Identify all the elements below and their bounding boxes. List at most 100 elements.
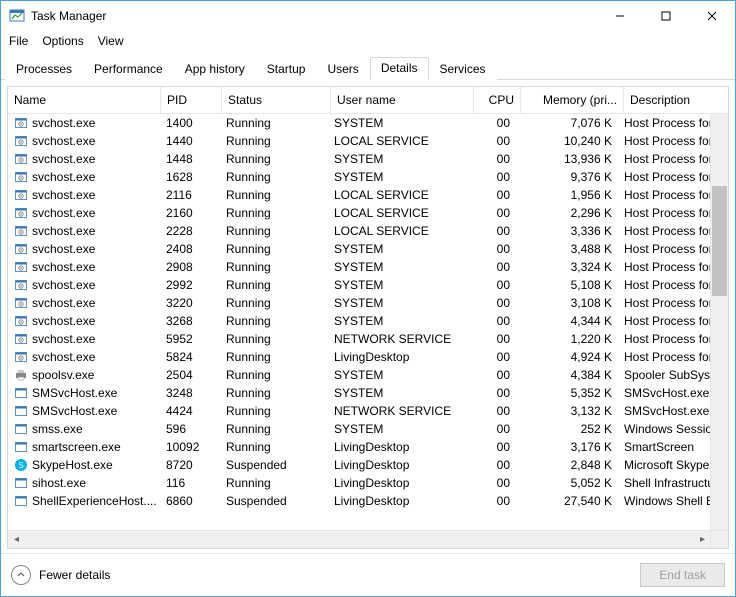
cell-memory: 10,240 K (516, 134, 618, 148)
vertical-scrollbar[interactable] (710, 114, 728, 531)
cell-pid: 116 (160, 476, 220, 490)
col-header-pid[interactable]: PID (161, 87, 222, 113)
tab-processes[interactable]: Processes (5, 58, 83, 80)
menu-view[interactable]: View (98, 34, 124, 48)
cell-pid: 2908 (160, 260, 220, 274)
tabbar: Processes Performance App history Startu… (1, 55, 735, 80)
cell-name: svchost.exe (32, 242, 95, 256)
cell-cpu: 00 (470, 350, 516, 364)
tab-performance[interactable]: Performance (83, 58, 174, 80)
end-task-button[interactable]: End task (640, 563, 725, 587)
cell-memory: 3,176 K (516, 440, 618, 454)
process-icon (14, 134, 28, 148)
cell-pid: 2160 (160, 206, 220, 220)
cell-cpu: 00 (470, 422, 516, 436)
cell-memory: 5,352 K (516, 386, 618, 400)
table-row[interactable]: svchost.exe3220RunningSYSTEM003,108 KHos… (8, 294, 728, 312)
col-header-user[interactable]: User name (331, 87, 474, 113)
vertical-scroll-thumb[interactable] (712, 186, 727, 296)
table-row[interactable]: svchost.exe3268RunningSYSTEM004,344 KHos… (8, 312, 728, 330)
cell-memory: 2,848 K (516, 458, 618, 472)
cell-cpu: 00 (470, 332, 516, 346)
cell-user: SYSTEM (328, 116, 470, 130)
tab-details[interactable]: Details (370, 57, 429, 80)
cell-description: Host Process for Windows Serv (618, 332, 711, 346)
process-grid: Name PID Status User name CPU Memory (pr… (7, 86, 729, 549)
col-header-cpu[interactable]: CPU (474, 87, 521, 113)
cell-cpu: 00 (470, 134, 516, 148)
menu-file[interactable]: File (9, 34, 28, 48)
cell-user: SYSTEM (328, 242, 470, 256)
table-row[interactable]: SMSvcHost.exe3248RunningSYSTEM005,352 KS… (8, 384, 728, 402)
tab-users[interactable]: Users (316, 58, 369, 80)
col-header-status[interactable]: Status (222, 87, 331, 113)
cell-cpu: 00 (470, 476, 516, 490)
cell-status: Running (220, 440, 328, 454)
maximize-button[interactable] (643, 1, 689, 31)
table-row[interactable]: svchost.exe5952RunningNETWORK SERVICE001… (8, 330, 728, 348)
col-header-memory[interactable]: Memory (pri... (521, 87, 624, 113)
cell-name: svchost.exe (32, 206, 95, 220)
fewer-details-button[interactable]: Fewer details (11, 565, 110, 585)
cell-pid: 2504 (160, 368, 220, 382)
horizontal-scrollbar[interactable]: ◂ ▸ (8, 530, 711, 548)
tab-services[interactable]: Services (429, 58, 497, 80)
table-row[interactable]: svchost.exe2160RunningLOCAL SERVICE002,2… (8, 204, 728, 222)
table-row[interactable]: svchost.exe1400RunningSYSTEM007,076 KHos… (8, 114, 728, 132)
table-row[interactable]: spoolsv.exe2504RunningSYSTEM004,384 KSpo… (8, 366, 728, 384)
titlebar[interactable]: Task Manager (1, 1, 735, 31)
col-header-name[interactable]: Name (8, 87, 161, 113)
table-row[interactable]: sihost.exe116RunningLivingDesktop005,052… (8, 474, 728, 492)
table-row[interactable]: svchost.exe2992RunningSYSTEM005,108 KHos… (8, 276, 728, 294)
cell-description: Microsoft Skype Preview (618, 458, 711, 472)
table-row[interactable]: svchost.exe2908RunningSYSTEM003,324 KHos… (8, 258, 728, 276)
close-button[interactable] (689, 1, 735, 31)
process-icon (14, 332, 28, 346)
cell-cpu: 00 (470, 440, 516, 454)
tab-startup[interactable]: Startup (256, 58, 317, 80)
cell-user: NETWORK SERVICE (328, 404, 470, 418)
cell-user: SYSTEM (328, 314, 470, 328)
col-header-description[interactable]: Description (624, 87, 711, 113)
cell-user: LivingDesktop (328, 494, 470, 508)
table-row[interactable]: svchost.exe2116RunningLOCAL SERVICE001,9… (8, 186, 728, 204)
cell-memory: 3,132 K (516, 404, 618, 418)
cell-pid: 4424 (160, 404, 220, 418)
cell-cpu: 00 (470, 494, 516, 508)
cell-user: SYSTEM (328, 386, 470, 400)
cell-pid: 3220 (160, 296, 220, 310)
table-row[interactable]: smartscreen.exe10092RunningLivingDesktop… (8, 438, 728, 456)
cell-name: smss.exe (32, 422, 83, 436)
cell-cpu: 00 (470, 188, 516, 202)
table-row[interactable]: svchost.exe2228RunningLOCAL SERVICE003,3… (8, 222, 728, 240)
scroll-left-icon[interactable]: ◂ (8, 531, 25, 548)
cell-pid: 2228 (160, 224, 220, 238)
cell-user: SYSTEM (328, 152, 470, 166)
table-row[interactable]: svchost.exe5824RunningLivingDesktop004,9… (8, 348, 728, 366)
cell-name: svchost.exe (32, 296, 95, 310)
table-row[interactable]: svchost.exe2408RunningSYSTEM003,488 KHos… (8, 240, 728, 258)
cell-status: Running (220, 224, 328, 238)
cell-cpu: 00 (470, 152, 516, 166)
cell-description: Host Process for Windows Serv (618, 260, 711, 274)
cell-pid: 8720 (160, 458, 220, 472)
cell-user: LivingDesktop (328, 440, 470, 454)
minimize-button[interactable] (597, 1, 643, 31)
table-row[interactable]: smss.exe596RunningSYSTEM00252 KWindows S… (8, 420, 728, 438)
process-icon: S (14, 458, 28, 472)
cell-description: Host Process for Windows Serv (618, 152, 711, 166)
table-row[interactable]: SMSvcHost.exe4424RunningNETWORK SERVICE0… (8, 402, 728, 420)
table-row[interactable]: svchost.exe1440RunningLOCAL SERVICE0010,… (8, 132, 728, 150)
cell-pid: 2116 (160, 188, 220, 202)
cell-status: Running (220, 242, 328, 256)
scroll-right-icon[interactable]: ▸ (694, 531, 711, 548)
table-row[interactable]: SSkypeHost.exe8720SuspendedLivingDesktop… (8, 456, 728, 474)
process-icon (14, 494, 28, 508)
cell-memory: 27,540 K (516, 494, 618, 508)
tab-app-history[interactable]: App history (174, 58, 256, 80)
table-row[interactable]: ShellExperienceHost....6860SuspendedLivi… (8, 492, 728, 510)
cell-memory: 7,076 K (516, 116, 618, 130)
menu-options[interactable]: Options (42, 34, 83, 48)
table-row[interactable]: svchost.exe1628RunningSYSTEM009,376 KHos… (8, 168, 728, 186)
table-row[interactable]: svchost.exe1448RunningSYSTEM0013,936 KHo… (8, 150, 728, 168)
